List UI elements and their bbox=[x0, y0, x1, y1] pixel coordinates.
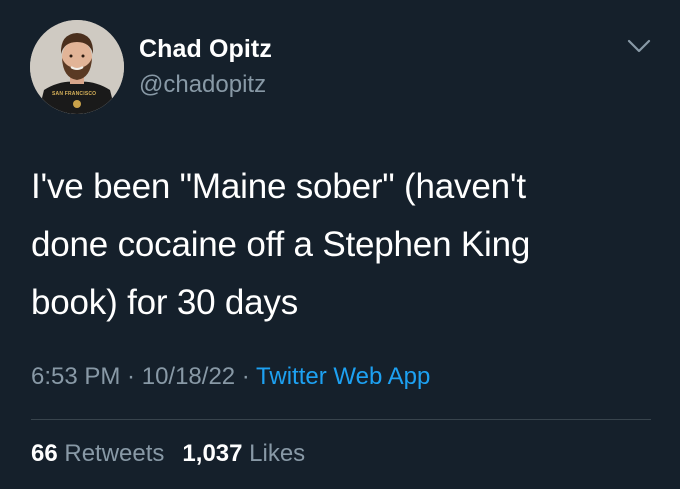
meta-separator: · bbox=[120, 363, 142, 390]
tweet-text-line: done cocaine off a Stephen King bbox=[31, 225, 531, 264]
retweets-stat[interactable]: 66 Retweets bbox=[31, 440, 164, 467]
tweet-source-link[interactable]: Twitter Web App bbox=[256, 363, 430, 390]
avatar-image bbox=[30, 20, 124, 114]
author-display-name[interactable]: Chad Opitz bbox=[139, 35, 272, 64]
meta-separator: · bbox=[235, 363, 257, 390]
avatar-shirt-text: SAN FRANCISCO bbox=[52, 91, 97, 97]
tweet-time[interactable]: 6:53 PM bbox=[31, 363, 120, 390]
avatar[interactable]: SAN FRANCISCO bbox=[30, 20, 124, 114]
likes-count: 1,037 bbox=[182, 440, 243, 467]
tweet-date[interactable]: 10/18/22 bbox=[142, 363, 235, 390]
tweet-stats: 66 Retweets 1,037 Likes bbox=[31, 440, 305, 468]
tweet-meta: 6:53 PM · 10/18/22 · Twitter Web App bbox=[31, 363, 430, 391]
tweet-card: SAN FRANCISCO Chad Opitz @chadopitz I've… bbox=[0, 0, 680, 489]
likes-stat[interactable]: 1,037 Likes bbox=[182, 440, 305, 467]
retweets-label: Retweets bbox=[64, 440, 165, 467]
retweets-count: 66 bbox=[31, 440, 58, 467]
likes-label: Likes bbox=[249, 440, 306, 467]
tweet-text-line: book) for 30 days bbox=[31, 283, 299, 322]
tweet-text-line: I've been "Maine sober" (haven't bbox=[31, 167, 526, 206]
chevron-down-icon[interactable] bbox=[626, 36, 652, 56]
author-handle[interactable]: @chadopitz bbox=[139, 71, 266, 99]
divider bbox=[31, 419, 651, 420]
tweet-text: I've been "Maine sober" (haven't done co… bbox=[31, 158, 651, 332]
